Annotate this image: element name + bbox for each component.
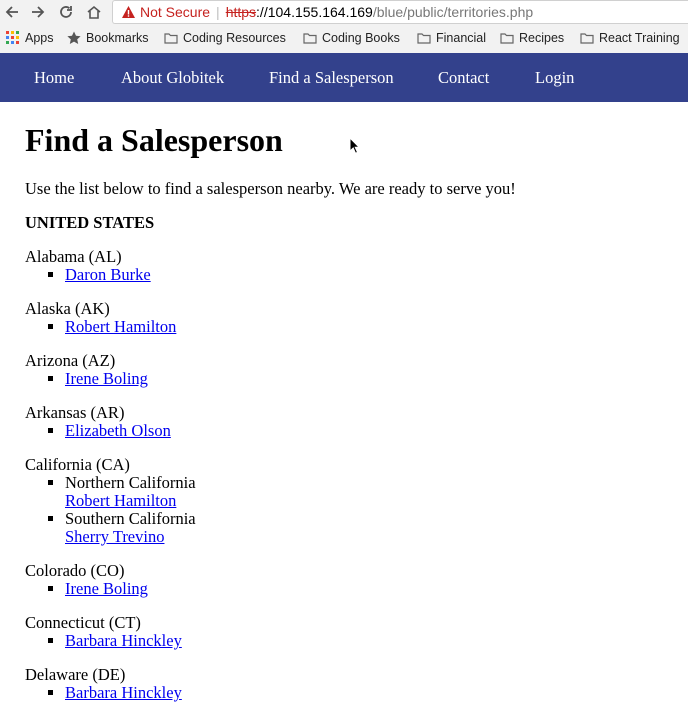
bookmarks-bar: Apps Bookmarks Coding Resources Coding B… <box>0 27 688 49</box>
url-separator: :// <box>256 4 268 20</box>
state-name: Arkansas (AR) <box>25 403 125 422</box>
back-button[interactable] <box>2 2 22 22</box>
warning-triangle-icon <box>121 5 136 19</box>
nav-login[interactable]: Login <box>535 68 574 88</box>
bookmark-recipes[interactable]: Recipes <box>500 30 564 46</box>
bookmark-apps[interactable]: Apps <box>6 30 54 46</box>
bookmark-label: Financial <box>436 31 487 45</box>
browser-toolbar: Not Secure | https://104.155.164.169/blu… <box>0 0 688 25</box>
state-arizona: Arizona (AZ) Irene Boling <box>25 352 665 388</box>
bookmark-financial[interactable]: Financial <box>417 30 486 46</box>
salesperson-link[interactable]: Irene Boling <box>65 369 148 388</box>
list-item: Robert Hamilton <box>65 318 665 336</box>
salesperson-link[interactable]: Barbara Hinckley <box>65 683 182 702</box>
salesperson-link[interactable]: Elizabeth Olson <box>65 421 171 440</box>
mouse-pointer-icon <box>349 137 361 154</box>
state-name: Alaska (AK) <box>25 299 110 318</box>
nav-about-globitek[interactable]: About Globitek <box>121 68 224 88</box>
main-content: Find a Salesperson Use the list below to… <box>25 120 665 702</box>
salesperson-list: Irene Boling <box>65 370 665 388</box>
folder-icon <box>303 33 317 44</box>
salesperson-link[interactable]: Robert Hamilton <box>65 491 176 510</box>
salesperson-list: Daron Burke <box>65 266 665 284</box>
list-item: Elizabeth Olson <box>65 422 665 440</box>
list-item: Southern California Sherry Trevino <box>65 510 665 546</box>
back-arrow-icon <box>5 6 18 18</box>
salesperson-link[interactable]: Sherry Trevino <box>65 527 164 546</box>
url-host: 104.155.164.169 <box>267 4 373 20</box>
salesperson-list: Northern California Robert Hamilton Sout… <box>65 474 665 546</box>
state-name: Connecticut (CT) <box>25 613 141 632</box>
salesperson-list: Barbara Hinckley <box>65 632 665 650</box>
bookmark-label: Coding Books <box>322 31 400 45</box>
folder-icon <box>500 33 514 44</box>
home-icon <box>87 5 101 19</box>
bookmark-label: Coding Resources <box>183 31 286 45</box>
state-arkansas: Arkansas (AR) Elizabeth Olson <box>25 404 665 440</box>
salesperson-link[interactable]: Barbara Hinckley <box>65 631 182 650</box>
apps-grid-icon <box>6 31 19 44</box>
state-connecticut: Connecticut (CT) Barbara Hinckley <box>25 614 665 650</box>
region-name: Northern California <box>65 473 196 492</box>
country-heading: UNITED STATES <box>25 213 155 232</box>
reload-button[interactable] <box>56 2 76 22</box>
reload-icon <box>60 6 72 18</box>
list-item: Daron Burke <box>65 266 665 284</box>
bookmark-label: Bookmarks <box>86 31 149 45</box>
list-item: Barbara Hinckley <box>65 684 665 702</box>
security-label[interactable]: Not Secure <box>140 4 210 20</box>
bookmark-label: Recipes <box>519 31 565 45</box>
state-alaska: Alaska (AK) Robert Hamilton <box>25 300 665 336</box>
url-path: /blue/public/territories.php <box>372 4 534 20</box>
state-california: California (CA) Northern California Robe… <box>25 456 665 546</box>
omnibox-divider: | <box>216 4 220 20</box>
address-bar[interactable]: Not Secure | https://104.155.164.169/blu… <box>112 0 688 24</box>
folder-icon <box>580 33 594 44</box>
url-scheme: https <box>225 4 257 20</box>
state-delaware: Delaware (DE) Barbara Hinckley <box>25 666 665 702</box>
folder-icon <box>417 33 431 44</box>
state-name: California (CA) <box>25 455 130 474</box>
bookmark-label: Apps <box>25 31 54 45</box>
nav-contact[interactable]: Contact <box>438 68 489 88</box>
list-item: Irene Boling <box>65 370 665 388</box>
bookmark-bookmarks[interactable]: Bookmarks <box>67 30 149 46</box>
forward-arrow-icon <box>32 6 45 18</box>
site-navbar: Home About Globitek Find a Salesperson C… <box>0 53 688 102</box>
list-item: Barbara Hinckley <box>65 632 665 650</box>
nav-home[interactable]: Home <box>34 68 74 88</box>
salesperson-list: Elizabeth Olson <box>65 422 665 440</box>
forward-button[interactable] <box>28 2 48 22</box>
state-colorado: Colorado (CO) Irene Boling <box>25 562 665 598</box>
page-title: Find a Salesperson <box>25 122 283 158</box>
salesperson-link[interactable]: Robert Hamilton <box>65 317 176 336</box>
star-icon <box>67 31 81 44</box>
salesperson-link[interactable]: Irene Boling <box>65 579 148 598</box>
salesperson-list: Irene Boling <box>65 580 665 598</box>
state-name: Alabama (AL) <box>25 247 122 266</box>
state-name: Arizona (AZ) <box>25 351 116 370</box>
intro-text: Use the list below to find a salesperson… <box>25 179 516 198</box>
home-button[interactable] <box>84 2 104 22</box>
browser-chrome: Not Secure | https://104.155.164.169/blu… <box>0 0 688 53</box>
list-item: Northern California Robert Hamilton <box>65 474 665 510</box>
bookmark-react-training[interactable]: React Training <box>580 30 680 46</box>
bookmark-coding-books[interactable]: Coding Books <box>303 30 400 46</box>
state-alabama: Alabama (AL) Daron Burke <box>25 248 665 284</box>
state-name: Colorado (CO) <box>25 561 125 580</box>
list-item: Irene Boling <box>65 580 665 598</box>
salesperson-list: Barbara Hinckley <box>65 684 665 702</box>
folder-icon <box>164 33 178 44</box>
salesperson-list: Robert Hamilton <box>65 318 665 336</box>
bookmark-coding-resources[interactable]: Coding Resources <box>164 30 286 46</box>
salesperson-link[interactable]: Daron Burke <box>65 265 151 284</box>
region-name: Southern California <box>65 509 196 528</box>
state-name: Delaware (DE) <box>25 665 126 684</box>
bookmark-label: React Training <box>599 31 680 45</box>
nav-find-a-salesperson[interactable]: Find a Salesperson <box>269 68 394 88</box>
